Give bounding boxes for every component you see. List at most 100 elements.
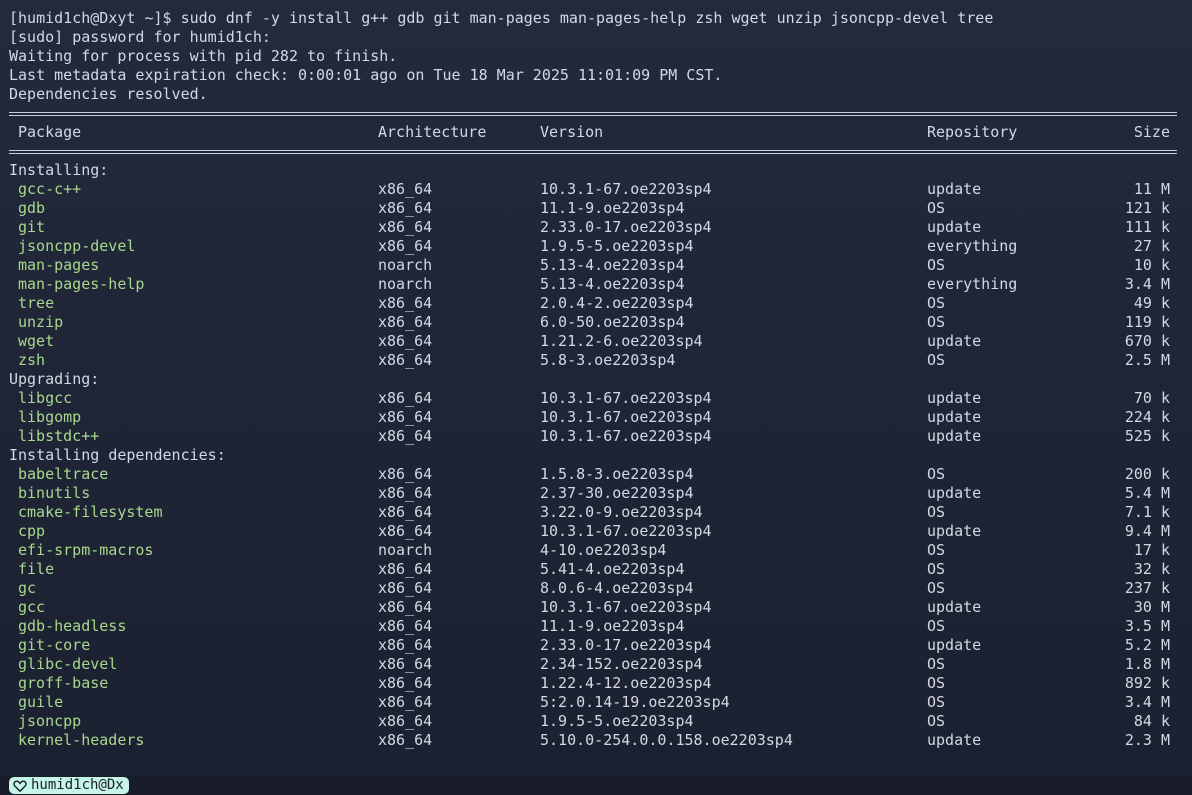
- package-size: 9.4 M: [1124, 522, 1170, 540]
- package-version: 1.21.2-6.oe2203sp4: [540, 332, 703, 350]
- package-repository: OS: [927, 313, 946, 331]
- package-architecture: x86_64: [378, 408, 433, 426]
- heart-icon: [13, 780, 27, 792]
- package-name: binutils: [18, 484, 91, 502]
- package-architecture: x86_64: [378, 560, 433, 578]
- package-repository: OS: [927, 503, 946, 521]
- package-name: guile: [18, 693, 64, 711]
- package-version: 10.3.1-67.oe2203sp4: [540, 522, 712, 540]
- package-architecture: x86_64: [378, 693, 433, 711]
- package-name: libgcc: [18, 389, 73, 407]
- package-name: git-core: [18, 636, 91, 654]
- header-size: Size: [1133, 123, 1170, 141]
- package-name: babeltrace: [18, 465, 109, 483]
- package-repository: everything: [927, 237, 1018, 255]
- package-name: man-pages: [18, 256, 100, 274]
- section-title: Installing:: [9, 161, 109, 179]
- package-architecture: x86_64: [378, 617, 433, 635]
- package-size: 200 k: [1124, 465, 1170, 483]
- package-repository: OS: [927, 256, 946, 274]
- package-architecture: x86_64: [378, 465, 433, 483]
- output-line: Last metadata expiration check: 0:00:01 …: [9, 66, 723, 84]
- package-architecture: x86_64: [378, 484, 433, 502]
- package-version: 1.9.5-5.oe2203sp4: [540, 712, 694, 730]
- package-version: 2.34-152.oe2203sp4: [540, 655, 703, 673]
- package-repository: OS: [927, 465, 946, 483]
- package-repository: OS: [927, 541, 946, 559]
- package-repository: OS: [927, 712, 946, 730]
- package-name: git: [18, 218, 46, 236]
- package-version: 5.13-4.oe2203sp4: [540, 256, 685, 274]
- package-architecture: x86_64: [378, 351, 433, 369]
- package-version: 11.1-9.oe2203sp4: [540, 617, 685, 635]
- package-architecture: x86_64: [378, 294, 433, 312]
- package-version: 10.3.1-67.oe2203sp4: [540, 389, 712, 407]
- command-line: [humid1ch@Dxyt ~]$ sudo dnf -y install g…: [9, 9, 994, 27]
- package-size: 3.5 M: [1124, 617, 1170, 635]
- package-architecture: x86_64: [378, 427, 433, 445]
- package-size: 10 k: [1133, 256, 1170, 274]
- package-repository: update: [927, 484, 982, 502]
- package-size: 3.4 M: [1124, 275, 1170, 293]
- package-repository: update: [927, 522, 982, 540]
- header-package: Package: [18, 123, 82, 141]
- package-name: gcc: [18, 598, 46, 616]
- package-size: 2.3 M: [1124, 731, 1170, 749]
- package-size: 5.2 M: [1124, 636, 1170, 654]
- package-version: 3.22.0-9.oe2203sp4: [540, 503, 703, 521]
- package-architecture: x86_64: [378, 389, 433, 407]
- package-repository: update: [927, 427, 982, 445]
- package-architecture: x86_64: [378, 731, 433, 749]
- package-version: 5.41-4.oe2203sp4: [540, 560, 685, 578]
- package-name: file: [18, 560, 55, 578]
- package-architecture: noarch: [378, 256, 433, 274]
- package-version: 5.10.0-254.0.0.158.oe2203sp4: [540, 731, 793, 749]
- package-architecture: x86_64: [378, 199, 433, 217]
- output-line: [sudo] password for humid1ch:: [9, 28, 271, 46]
- package-size: 17 k: [1133, 541, 1170, 559]
- package-version: 10.3.1-67.oe2203sp4: [540, 598, 712, 616]
- package-repository: update: [927, 332, 982, 350]
- package-size: 3.4 M: [1124, 693, 1170, 711]
- package-name: wget: [18, 332, 55, 350]
- package-name: gc: [18, 579, 37, 597]
- package-repository: OS: [927, 617, 946, 635]
- package-size: 121 k: [1124, 199, 1170, 217]
- package-name: cmake-filesystem: [18, 503, 163, 521]
- package-repository: everything: [927, 275, 1018, 293]
- package-architecture: x86_64: [378, 522, 433, 540]
- package-name: man-pages-help: [18, 275, 145, 293]
- package-name: gdb-headless: [18, 617, 127, 635]
- package-name: gdb: [18, 199, 46, 217]
- terminal-window[interactable]: [humid1ch@Dxyt ~]$ sudo dnf -y install g…: [0, 0, 1192, 776]
- header-architecture: Architecture: [378, 123, 487, 141]
- session-badge[interactable]: humid1ch@Dx: [9, 777, 129, 794]
- package-version: 6.0-50.oe2203sp4: [540, 313, 685, 331]
- package-name: kernel-headers: [18, 731, 145, 749]
- package-architecture: x86_64: [378, 180, 433, 198]
- package-architecture: x86_64: [378, 712, 433, 730]
- package-name: jsoncpp-devel: [18, 237, 136, 255]
- package-version: 5.8-3.oe2203sp4: [540, 351, 676, 369]
- package-name: unzip: [18, 313, 64, 331]
- package-size: 27 k: [1133, 237, 1170, 255]
- package-architecture: x86_64: [378, 655, 433, 673]
- package-version: 2.33.0-17.oe2203sp4: [540, 218, 712, 236]
- package-version: 11.1-9.oe2203sp4: [540, 199, 685, 217]
- status-bar: humid1ch@Dx: [0, 776, 1192, 795]
- package-architecture: x86_64: [378, 332, 433, 350]
- package-version: 10.3.1-67.oe2203sp4: [540, 408, 712, 426]
- output-line: Waiting for process with pid 282 to fini…: [9, 47, 398, 65]
- package-name: cpp: [18, 522, 46, 540]
- table-header-rule: [9, 153, 1177, 154]
- package-architecture: x86_64: [378, 598, 433, 616]
- package-size: 224 k: [1124, 408, 1170, 426]
- package-version: 2.0.4-2.oe2203sp4: [540, 294, 694, 312]
- package-repository: update: [927, 408, 982, 426]
- package-repository: OS: [927, 693, 946, 711]
- section-title: Installing dependencies:: [9, 446, 226, 464]
- package-repository: update: [927, 598, 982, 616]
- package-architecture: x86_64: [378, 579, 433, 597]
- package-size: 30 M: [1133, 598, 1170, 616]
- package-name: libstdc++: [18, 427, 100, 445]
